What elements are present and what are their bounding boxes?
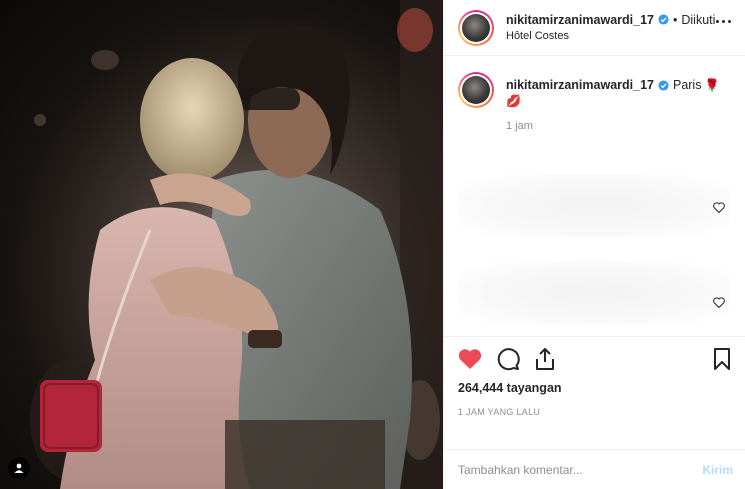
verified-badge-icon [658, 14, 669, 25]
caption-avatar[interactable] [462, 76, 490, 104]
like-button[interactable] [458, 348, 482, 370]
action-bar [458, 345, 731, 373]
caption-username-link[interactable]: nikitamirzanimawardi_17 [506, 76, 654, 94]
post-header: nikitamirzanimawardi_17 • Diikuti Hôtel … [444, 0, 745, 56]
kiss-emoji: 💋 [506, 94, 521, 108]
caption: nikitamirzanimawardi_17 Paris 🌹 💋 1 jam [458, 72, 731, 132]
post-video[interactable] [0, 0, 443, 489]
blurred-comment [458, 174, 730, 238]
comments-area: nikitamirzanimawardi_17 Paris 🌹 💋 1 jam [444, 56, 745, 336]
blurred-comment [458, 261, 730, 325]
comment-like-heart-outline-icon[interactable] [713, 202, 725, 213]
share-button[interactable] [534, 347, 556, 371]
comment-button[interactable] [496, 347, 520, 371]
instagram-post: nikitamirzanimawardi_17 • Diikuti Hôtel … [0, 0, 745, 489]
post-comment-button[interactable]: Kirim [702, 463, 733, 477]
caption-avatar-ring[interactable] [458, 72, 494, 108]
more-options-icon[interactable] [716, 20, 731, 23]
rose-emoji: 🌹 [704, 78, 720, 92]
comment-input[interactable] [458, 462, 703, 477]
verified-badge-icon [658, 79, 669, 91]
post-actions-section: 264,444 tayangan 1 JAM YANG LALU [444, 336, 745, 449]
author-avatar-ring[interactable] [458, 9, 494, 46]
add-comment-form: Kirim [444, 449, 745, 489]
comment-bubble-icon [497, 348, 520, 371]
post-side-panel: nikitamirzanimawardi_17 • Diikuti Hôtel … [443, 0, 745, 489]
user-tag-button[interactable] [8, 457, 30, 479]
location-link[interactable]: Hôtel Costes [506, 28, 715, 44]
follow-status-button[interactable]: Diikuti [681, 12, 715, 28]
save-button[interactable] [713, 347, 731, 371]
comment-like-heart-outline-icon[interactable] [713, 297, 725, 308]
heart-filled-icon [458, 349, 482, 369]
view-count[interactable]: 264,444 tayangan [458, 381, 731, 395]
bookmark-icon [714, 348, 730, 370]
caption-timestamp[interactable]: 1 jam [506, 120, 719, 132]
author-info: nikitamirzanimawardi_17 • Diikuti Hôtel … [506, 12, 715, 44]
caption-text: Paris [672, 78, 702, 92]
author-username-link[interactable]: nikitamirzanimawardi_17 [506, 12, 654, 28]
video-frame [0, 0, 443, 489]
author-avatar[interactable] [462, 13, 490, 42]
separator-dot: • [672, 12, 678, 27]
user-tag-icon [14, 463, 24, 473]
share-icon [536, 348, 554, 370]
post-timestamp[interactable]: 1 JAM YANG LALU [458, 407, 731, 417]
